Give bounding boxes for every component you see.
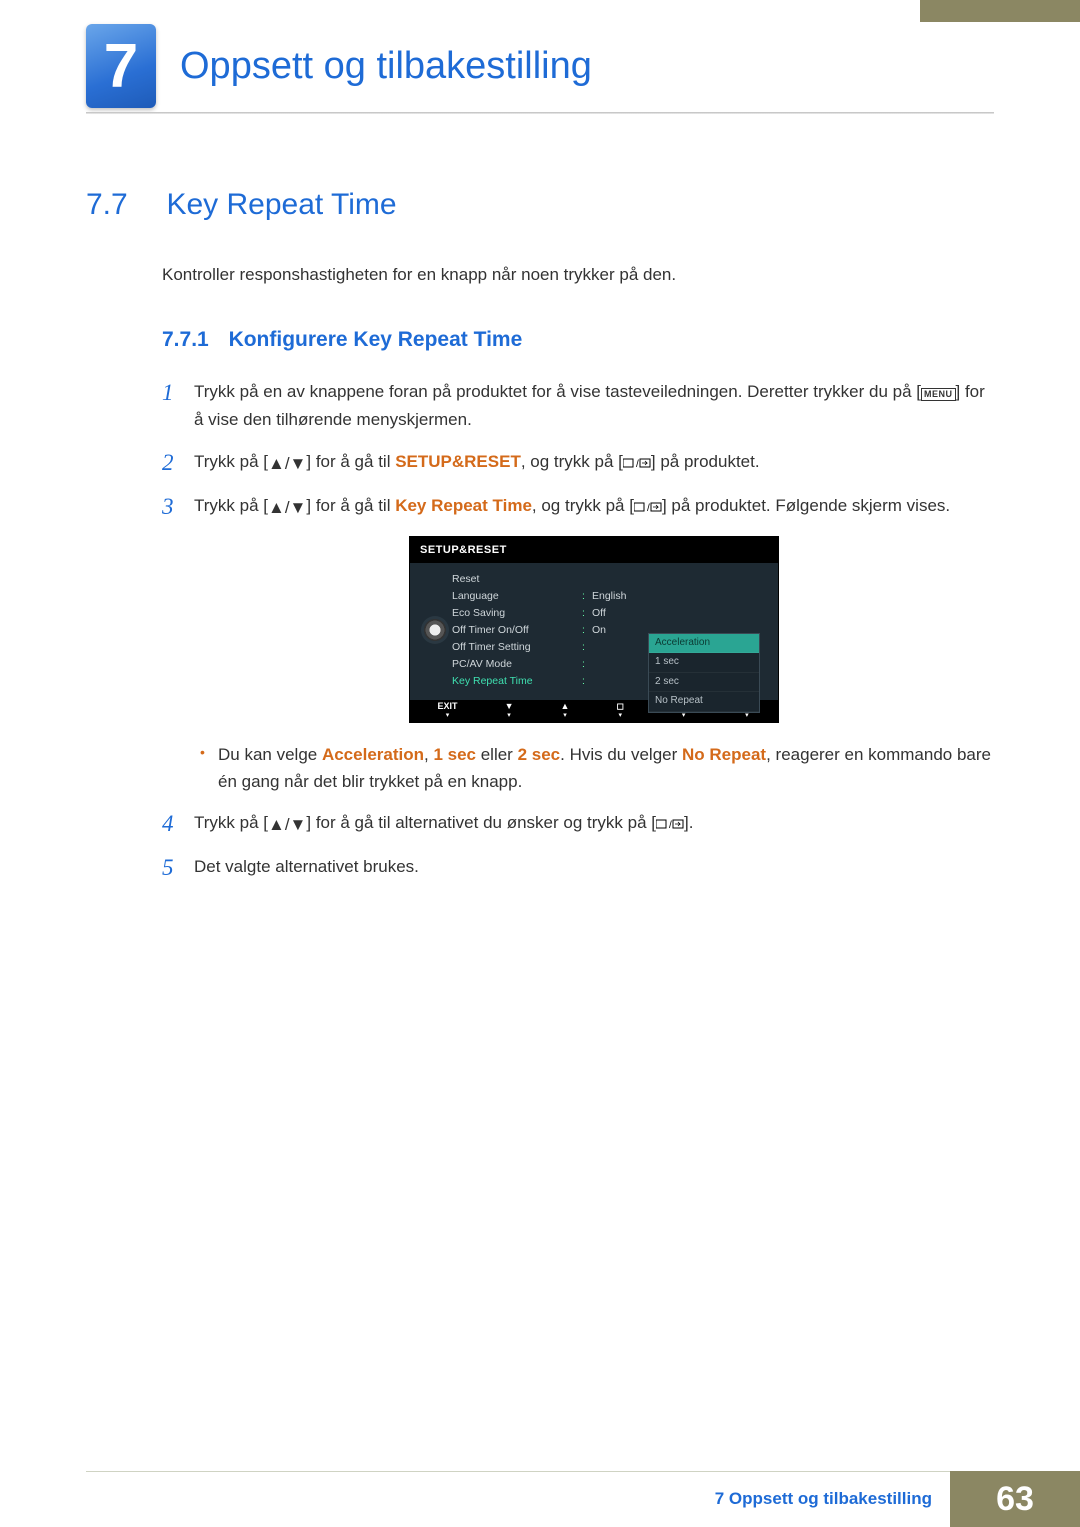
osd-dropdown-item-selected: Acceleration: [649, 634, 759, 654]
chapter-header: 7 Oppsett og tilbakestilling: [86, 24, 592, 108]
chapter-number-badge: 7: [86, 24, 156, 108]
step-2: 2 Trykk på [▲/▼] for å gå til SETUP&RESE…: [162, 448, 994, 478]
subsection-title: Konfigurere Key Repeat Time: [229, 328, 523, 351]
footer-line: [86, 1471, 1080, 1472]
step-1: 1 Trykk på en av knappene foran på produ…: [162, 378, 994, 434]
gear-icon: [424, 619, 446, 641]
osd-foot-up: ▲▾: [561, 702, 570, 720]
step-number: 4: [162, 805, 174, 843]
two-sec-label: 2 sec: [518, 745, 561, 764]
one-sec-label: 1 sec: [433, 745, 476, 764]
osd-foot-down: ▼▾: [505, 702, 514, 720]
section-number: 7.7: [86, 188, 162, 222]
step-number: 1: [162, 374, 174, 412]
footer-text: 7 Oppsett og tilbakestilling: [715, 1489, 932, 1509]
setup-reset-label: SETUP&RESET: [395, 452, 521, 471]
step-number: 5: [162, 849, 174, 887]
osd-dropdown-item: 1 sec: [649, 653, 759, 673]
section-intro: Kontroller responshastigheten for en kna…: [162, 262, 994, 288]
enter-source-icon: /: [656, 811, 684, 839]
step-3-bullets: Du kan velge Acceleration, 1 sec eller 2…: [194, 741, 994, 795]
step-2-text-d: ] på produktet.: [651, 452, 760, 471]
section-title: Key Repeat Time: [166, 188, 396, 221]
top-accent-bar: [920, 0, 1080, 22]
svg-text:/: /: [669, 820, 672, 830]
svg-text:/: /: [647, 503, 650, 513]
key-repeat-label: Key Repeat Time: [395, 496, 532, 515]
up-down-icon: ▲/▼: [268, 494, 306, 522]
osd-icon-column: [418, 571, 452, 690]
step-5: 5 Det valgte alternativet brukes.: [162, 853, 994, 881]
osd-foot-enter: ◻▾: [616, 702, 623, 720]
step-2-text-c: , og trykk på [: [521, 452, 623, 471]
step-number: 3: [162, 488, 174, 526]
step-4: 4 Trykk på [▲/▼] for å gå til alternativ…: [162, 809, 994, 839]
step-3-text-c: , og trykk på [: [532, 496, 634, 515]
section-heading: 7.7 Key Repeat Time: [86, 188, 994, 222]
step-number: 2: [162, 444, 174, 482]
page-content: 7.7 Key Repeat Time Kontroller responsha…: [86, 188, 994, 895]
step-3-text-a: Trykk på [: [194, 496, 268, 515]
enter-source-icon: /: [623, 450, 651, 478]
enter-source-icon: /: [634, 494, 662, 522]
step-4-text-a: Trykk på [: [194, 813, 268, 832]
acceleration-label: Acceleration: [322, 745, 424, 764]
bullet-item: Du kan velge Acceleration, 1 sec eller 2…: [194, 741, 994, 795]
subsection-heading: 7.7.1 Konfigurere Key Repeat Time: [162, 328, 994, 352]
osd-dropdown-item: No Repeat: [649, 692, 759, 712]
step-2-text-a: Trykk på [: [194, 452, 268, 471]
steps-list: 1 Trykk på en av knappene foran på produ…: [162, 378, 994, 882]
footer-page-number: 63: [950, 1471, 1080, 1527]
osd-screenshot: SETUP&RESET Reset Language:English Eco S…: [409, 536, 779, 723]
page-footer: 7 Oppsett og tilbakestilling 63: [0, 1471, 1080, 1527]
osd-title: SETUP&RESET: [410, 537, 778, 563]
osd-dropdown-item: 2 sec: [649, 673, 759, 693]
no-repeat-label: No Repeat: [682, 745, 766, 764]
svg-text:/: /: [636, 459, 639, 469]
step-1-text-a: Trykk på en av knappene foran på produkt…: [194, 382, 921, 401]
menu-button-icon: MENU: [921, 388, 956, 401]
osd-foot-exit: EXIT▾: [438, 702, 458, 720]
osd-row: Reset: [452, 571, 768, 588]
header-underline: [86, 112, 994, 114]
osd-row: Eco Saving:Off: [452, 605, 768, 622]
step-3: 3 Trykk på [▲/▼] for å gå til Key Repeat…: [162, 492, 994, 796]
step-3-text-b: ] for å gå til: [306, 496, 395, 515]
step-4-text-c: ].: [684, 813, 693, 832]
osd-row: Language:English: [452, 588, 768, 605]
subsection-number: 7.7.1: [162, 328, 209, 351]
up-down-icon: ▲/▼: [268, 811, 306, 839]
up-down-icon: ▲/▼: [268, 450, 306, 478]
step-5-text: Det valgte alternativet brukes.: [194, 857, 419, 876]
step-4-text-b: ] for å gå til alternativet du ønsker og…: [306, 813, 656, 832]
step-2-text-b: ] for å gå til: [306, 452, 395, 471]
chapter-title: Oppsett og tilbakestilling: [180, 45, 592, 88]
step-3-text-d: ] på produktet. Følgende skjerm vises.: [662, 496, 950, 515]
osd-dropdown: Acceleration 1 sec 2 sec No Repeat: [648, 633, 760, 713]
